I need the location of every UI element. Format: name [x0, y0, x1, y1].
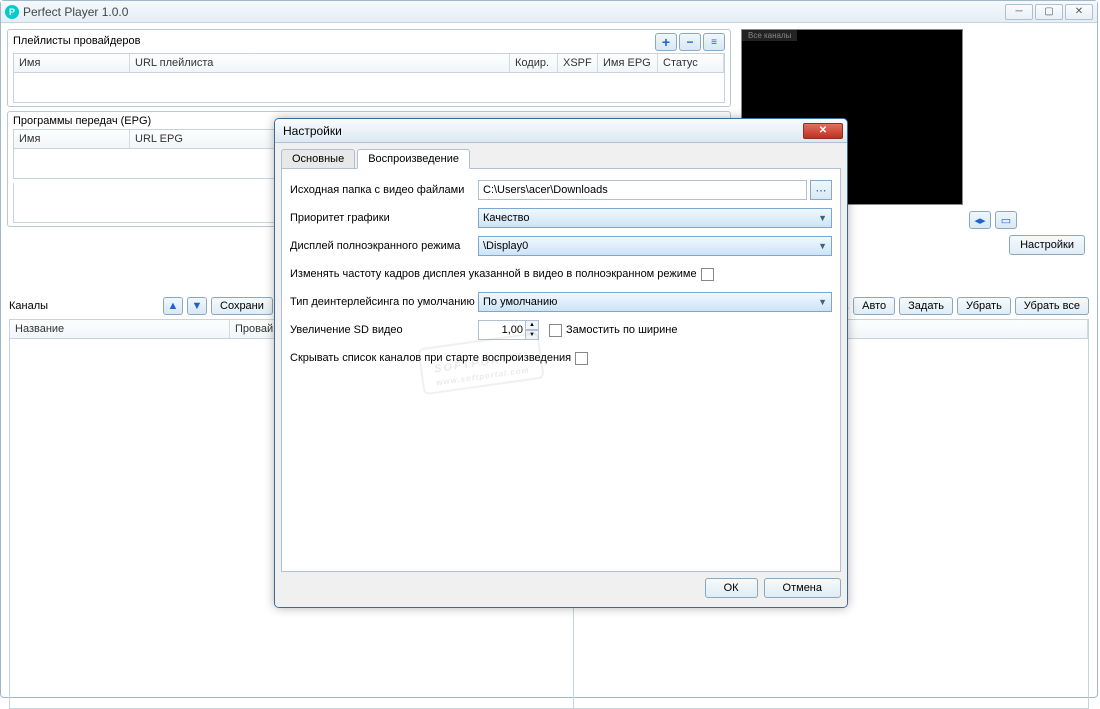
logo-auto-button[interactable]: Авто	[853, 297, 895, 315]
label-change-refresh: Изменять частоту кадров дисплея указанно…	[290, 268, 697, 280]
col-coding[interactable]: Кодир.	[510, 54, 558, 72]
col-status[interactable]: Статус	[658, 54, 724, 72]
channels-label: Каналы	[9, 300, 159, 312]
playlist-menu-button[interactable]: ≡	[703, 33, 725, 51]
dialog-tabs: Основные Воспроизведение	[281, 149, 841, 169]
epg-col-name[interactable]: Имя	[14, 130, 130, 148]
label-source-folder: Исходная папка с видео файлами	[290, 184, 478, 196]
combo-deinterlace[interactable]: По умолчанию ▼	[478, 292, 832, 312]
app-icon: P	[5, 5, 19, 19]
label-fullscreen-display: Дисплей полноэкранного режима	[290, 240, 478, 252]
combo-deinterlace-value: По умолчанию	[483, 296, 557, 308]
dialog-close-button[interactable]: ✕	[803, 123, 843, 139]
tab-basic[interactable]: Основные	[281, 149, 355, 169]
spinner-down[interactable]: ▼	[525, 330, 539, 340]
chevron-down-icon: ▼	[818, 213, 827, 223]
label-tile-width: Замостить по ширине	[566, 324, 678, 336]
plus-icon: +	[662, 34, 670, 50]
combo-graphics-value: Качество	[483, 212, 530, 224]
spinner-sd-zoom[interactable]	[478, 320, 526, 340]
nav-screen-button[interactable]: ▭	[995, 211, 1017, 229]
input-source-folder[interactable]	[478, 180, 807, 200]
label-sd-zoom: Увеличение SD видео	[290, 324, 478, 336]
playlist-columns: Имя URL плейлиста Кодир. XSPF Имя EPG Ст…	[13, 53, 725, 73]
dialog-titlebar[interactable]: Настройки ✕	[275, 119, 847, 143]
epg-panel-title: Программы передач (EPG)	[13, 115, 151, 127]
channels-col-name[interactable]: Название	[10, 320, 230, 338]
remove-playlist-button[interactable]: −	[679, 33, 701, 51]
close-button[interactable]: ✕	[1065, 4, 1093, 20]
nav-buttons: ◂▸ ▭	[969, 211, 1017, 229]
tab-content: Исходная папка с видео файлами ⋯ Приорит…	[281, 168, 841, 572]
dialog-footer: ОК Отмена	[281, 578, 841, 598]
save-channels-button[interactable]: Сохрани	[211, 297, 273, 315]
col-url[interactable]: URL плейлиста	[130, 54, 510, 72]
minus-icon: −	[686, 35, 693, 49]
settings-dialog: Настройки ✕ Основные Воспроизведение Исх…	[274, 118, 848, 608]
browse-button[interactable]: ⋯	[810, 180, 832, 200]
chevron-down-icon: ▼	[818, 297, 827, 307]
checkbox-change-refresh[interactable]	[701, 268, 714, 281]
label-hide-channels: Скрывать список каналов при старте воспр…	[290, 352, 571, 364]
move-down-button[interactable]: ▼	[187, 297, 207, 315]
dialog-title: Настройки	[283, 124, 803, 138]
checkbox-hide-channels[interactable]	[575, 352, 588, 365]
dialog-body: Основные Воспроизведение Исходная папка …	[275, 143, 847, 607]
channels-col-spacer	[842, 320, 1088, 338]
main-titlebar: P Perfect Player 1.0.0 ─ ▢ ✕	[1, 1, 1097, 23]
window-controls: ─ ▢ ✕	[1005, 4, 1093, 20]
browse-icon: ⋯	[816, 184, 827, 197]
combo-fullscreen-display[interactable]: \Display0 ▼	[478, 236, 832, 256]
nav-prev-button[interactable]: ◂▸	[969, 211, 991, 229]
col-name[interactable]: Имя	[14, 54, 130, 72]
minimize-button[interactable]: ─	[1005, 4, 1033, 20]
logo-set-button[interactable]: Задать	[899, 297, 953, 315]
combo-display-value: \Display0	[483, 240, 528, 252]
maximize-button[interactable]: ▢	[1035, 4, 1063, 20]
playlist-panel-title: Плейлисты провайдеров	[13, 35, 653, 47]
playlist-rows	[13, 73, 725, 103]
window-title: Perfect Player 1.0.0	[23, 5, 1005, 19]
spinner-up[interactable]: ▲	[525, 320, 539, 330]
logo-remove-all-button[interactable]: Убрать все	[1015, 297, 1089, 315]
checkbox-tile-width[interactable]	[549, 324, 562, 337]
ok-button[interactable]: ОК	[705, 578, 758, 598]
logo-remove-button[interactable]: Убрать	[957, 297, 1011, 315]
label-deinterlace: Тип деинтерлейсинга по умолчанию	[290, 296, 478, 308]
col-xspf[interactable]: XSPF	[558, 54, 598, 72]
menu-icon: ≡	[711, 37, 717, 48]
playlist-panel: Плейлисты провайдеров + − ≡ Имя URL плей…	[7, 29, 731, 107]
chevron-down-icon: ▼	[818, 241, 827, 251]
tab-playback[interactable]: Воспроизведение	[357, 149, 470, 169]
video-tab-label[interactable]: Все каналы	[742, 30, 797, 41]
add-playlist-button[interactable]: +	[655, 33, 677, 51]
combo-graphics-priority[interactable]: Качество ▼	[478, 208, 832, 228]
settings-button[interactable]: Настройки	[1009, 235, 1085, 255]
col-epgname[interactable]: Имя EPG	[598, 54, 658, 72]
move-up-button[interactable]: ▲	[163, 297, 183, 315]
label-graphics-priority: Приоритет графики	[290, 212, 478, 224]
cancel-button[interactable]: Отмена	[764, 578, 841, 598]
